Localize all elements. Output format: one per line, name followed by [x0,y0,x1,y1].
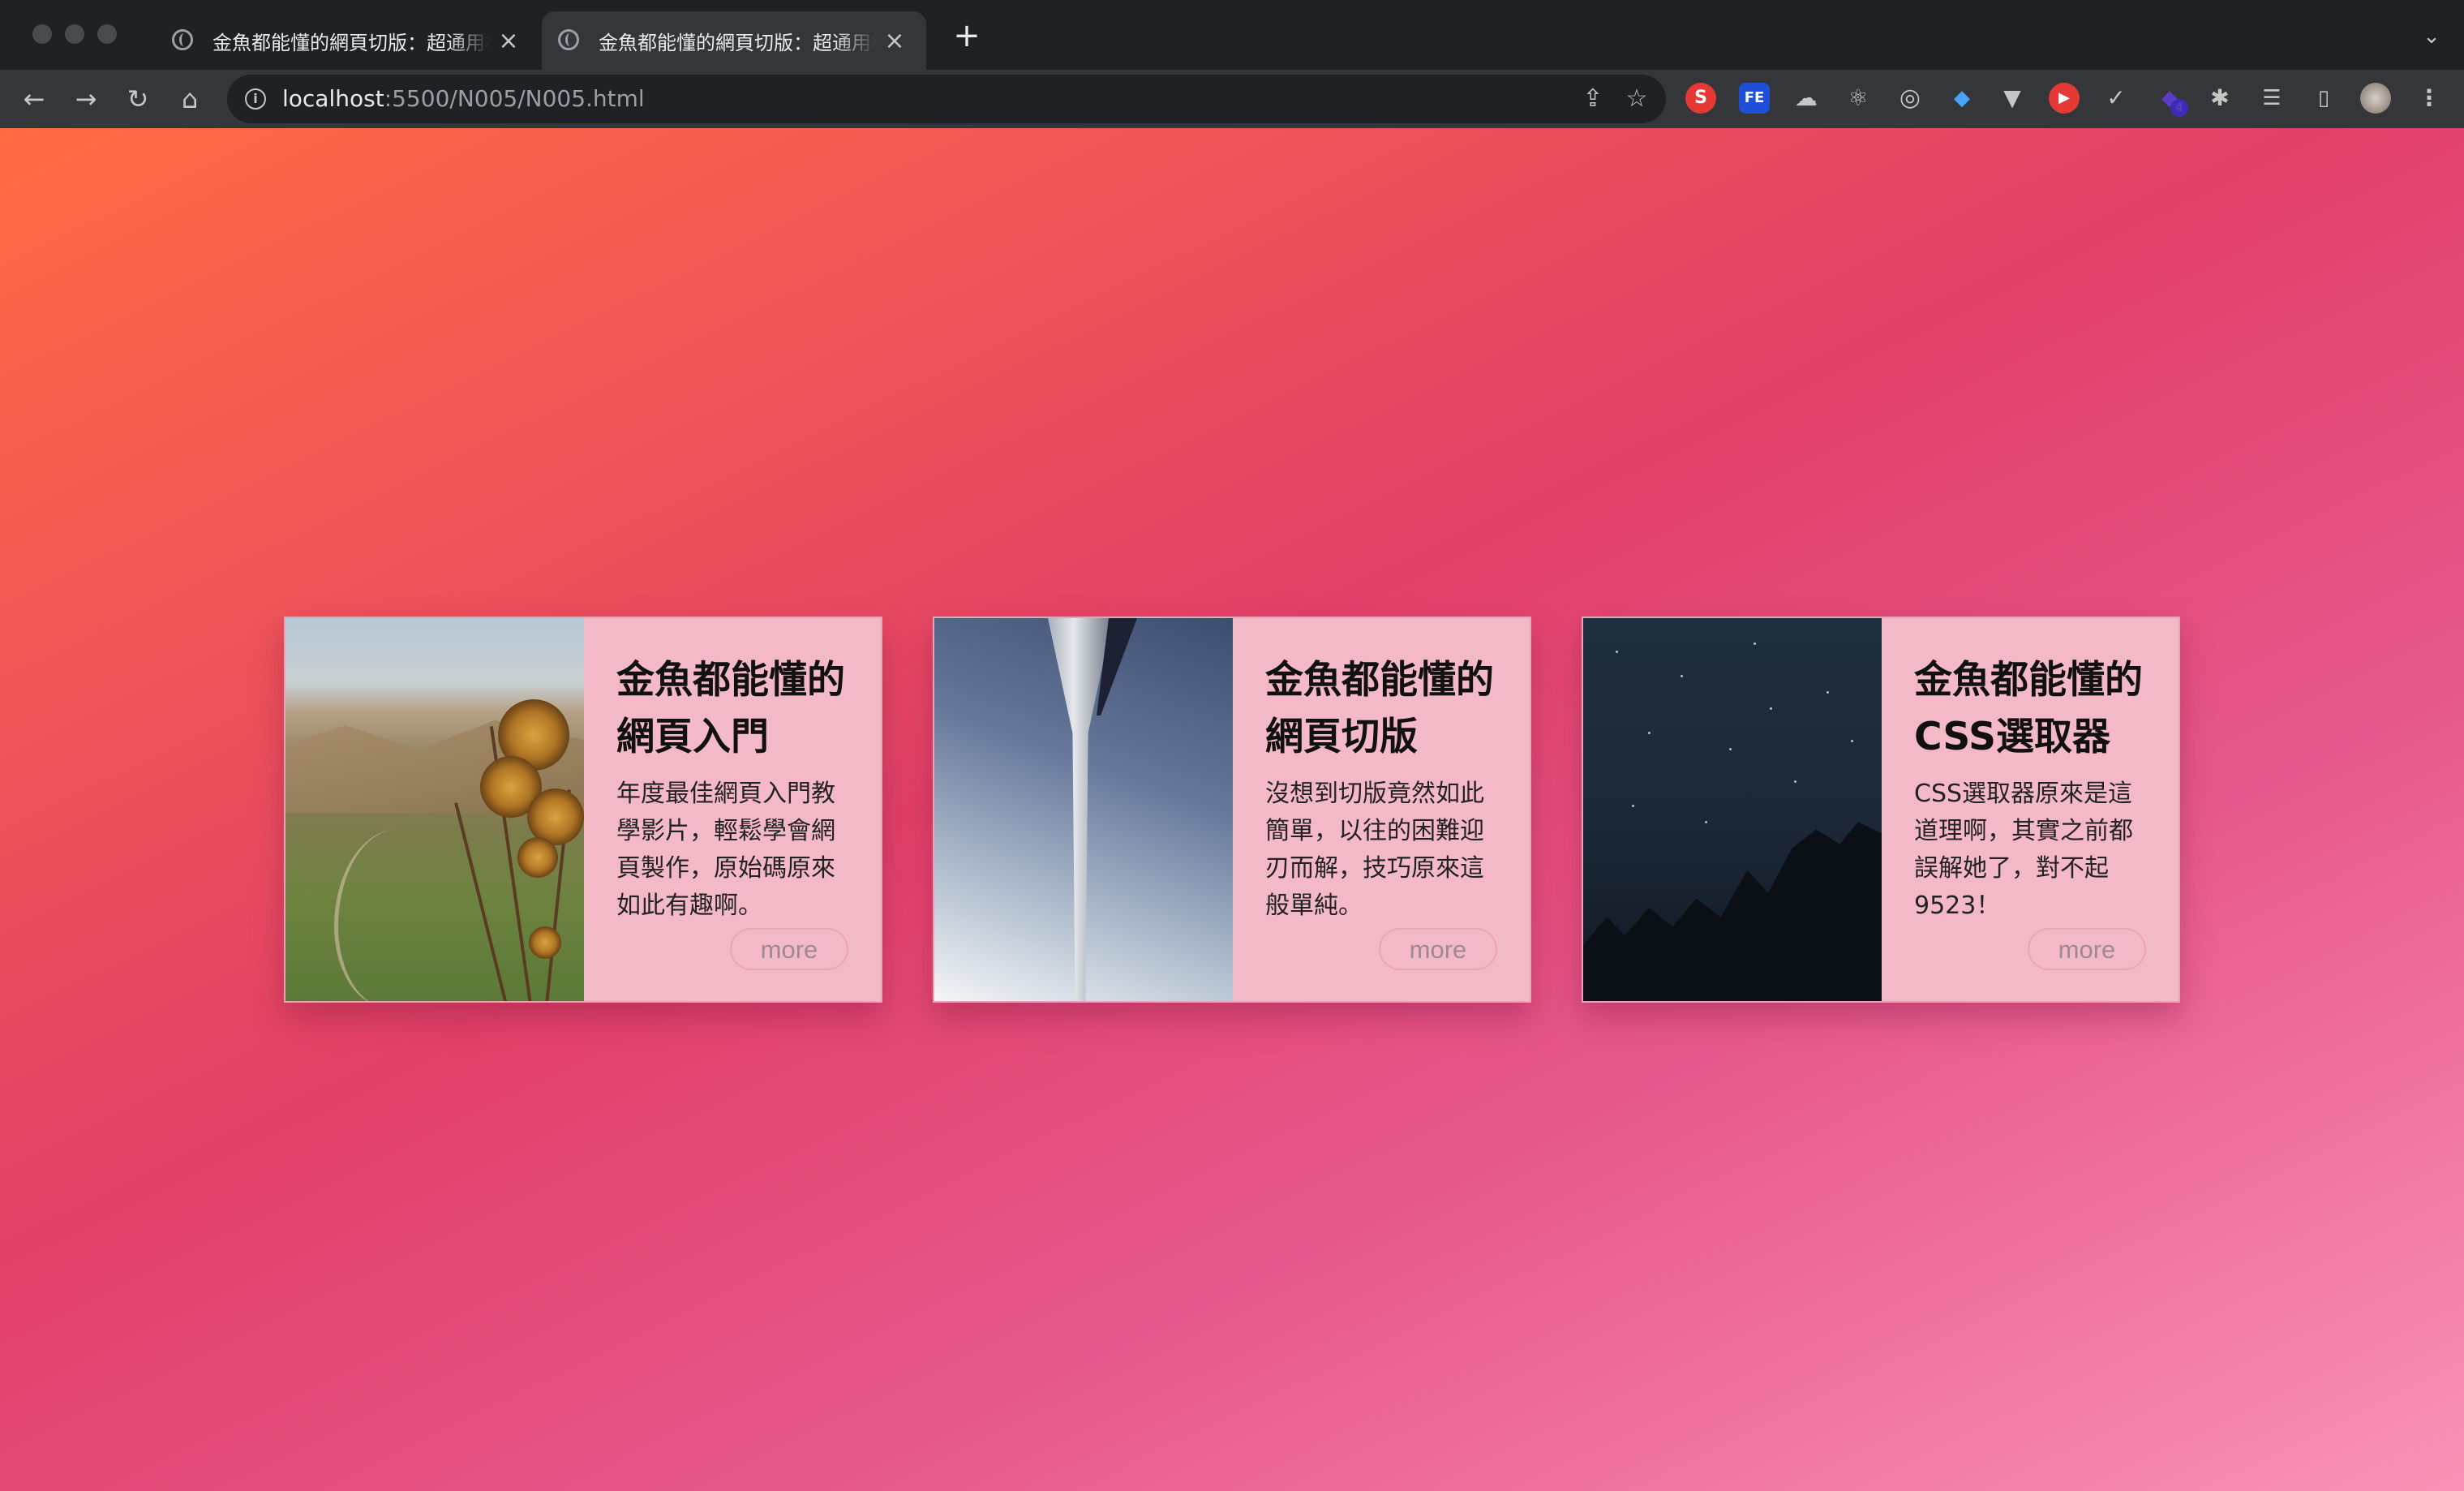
card-title: 金魚都能懂的 CSS選取器 [1914,658,2143,759]
share-icon[interactable]: ⇪ [1578,84,1608,114]
vue-devtools-icon[interactable]: ▼ [1997,83,2028,114]
extension-target-icon[interactable]: ◎ [1895,83,1925,114]
course-card: 金魚都能懂的 CSS選取器 CSS選取器原來是這道理啊，其實之前都誤解她了，對不起… [1582,617,2180,1003]
extension-badge-icon[interactable]: ◆ 4 [2154,83,2188,117]
extension-badge-count: 4 [2170,99,2188,117]
new-tab-plus-icon[interactable]: + [949,18,985,54]
browser-tab-strip: 金魚都能懂的網頁切版：超通用標 × 金魚都能懂的網頁切版：超通用標 × + ⌄ [0,0,2464,70]
browser-menu-icon[interactable]: ⋮ [2414,83,2445,114]
browser-tab-2[interactable]: 金魚都能懂的網頁切版：超通用標 × [542,11,926,70]
url-text: localhost:5500/N005/N005.html [282,85,645,112]
arch-sky-photo [934,618,1233,1001]
tab-search-chevron-icon[interactable]: ⌄ [2420,24,2443,49]
back-arrow-icon[interactable]: ← [16,81,52,117]
card-title: 金魚都能懂的 網頁入門 [616,658,845,759]
browser-tab-1[interactable]: 金魚都能懂的網頁切版：超通用標 × [156,11,540,70]
extension-play-icon[interactable]: ▶ [2049,83,2080,114]
extension-s-icon[interactable]: S [1685,83,1716,114]
globe-icon [558,29,579,50]
forward-arrow-icon[interactable]: → [68,81,104,117]
globe-icon [172,29,193,50]
card-description: 年度最佳網頁入門教學影片，輕鬆學會網頁製作，原始碼原來如此有趣啊。 [616,780,835,920]
course-card: 金魚都能懂的 網頁切版 沒想到切版竟然如此簡單，以往的困難迎刃而解，技巧原來這般單… [933,617,1531,1003]
tab-close-icon[interactable]: × [496,27,521,55]
side-panel-icon[interactable]: ▯ [2308,83,2339,114]
reading-list-icon[interactable]: ☰ [2256,83,2287,114]
bookmark-star-icon[interactable]: ☆ [1622,84,1651,114]
more-button[interactable]: more [730,928,848,970]
card-title: 金魚都能懂的 網頁切版 [1265,658,1494,759]
more-button[interactable]: more [1379,928,1497,970]
profile-avatar[interactable] [2360,83,2391,114]
card-body: 金魚都能懂的 網頁入門 年度最佳網頁入門教學影片，輕鬆學會網頁製作，原始碼原來如此… [584,618,881,1001]
card-description: 沒想到切版竟然如此簡單，以往的困難迎刃而解，技巧原來這般單純。 [1265,780,1484,920]
browser-toolbar: ← → ↻ ⌂ i localhost:5500/N005/N005.html … [0,70,2464,128]
card-body: 金魚都能懂的 CSS選取器 CSS選取器原來是這道理啊，其實之前都誤解她了，對不起… [1882,618,2179,1001]
card-body: 金魚都能懂的 網頁切版 沒想到切版竟然如此簡單，以往的困難迎刃而解，技巧原來這般單… [1233,618,1530,1001]
tab-title: 金魚都能懂的網頁切版：超通用標 [212,31,490,54]
thistle-mountain-photo [285,618,584,1001]
address-bar[interactable]: i localhost:5500/N005/N005.html ⇪ ☆ [227,75,1666,123]
extensions-puzzle-icon[interactable]: ✱ [2204,83,2235,114]
tab-title: 金魚都能懂的網頁切版：超通用標 [599,31,876,54]
window-close-dot[interactable] [32,24,52,44]
window-zoom-dot[interactable] [97,24,117,44]
tab-close-icon[interactable]: × [882,27,907,55]
extension-fe-icon[interactable]: FE [1739,83,1770,114]
course-card: 金魚都能懂的 網頁入門 年度最佳網頁入門教學影片，輕鬆學會網頁製作，原始碼原來如此… [284,617,882,1003]
extension-cloud-icon[interactable]: ☁ [1791,83,1822,114]
night-sky-photo [1583,618,1882,1001]
more-button[interactable]: more [2028,928,2146,970]
home-icon[interactable]: ⌂ [172,81,208,117]
react-devtools-icon[interactable]: ⚛ [1843,83,1874,114]
window-minimize-dot[interactable] [65,24,84,44]
extension-check-icon[interactable]: ✓ [2101,83,2131,114]
reload-icon[interactable]: ↻ [120,81,156,117]
card-description: CSS選取器原來是這道理啊，其實之前都誤解她了，對不起9523！ [1914,780,2133,920]
extension-gem-icon[interactable]: ◆ [1947,83,1977,114]
site-info-icon[interactable]: i [245,88,266,110]
page-viewport: 金魚都能懂的 網頁入門 年度最佳網頁入門教學影片，輕鬆學會網頁製作，原始碼原來如此… [0,128,2464,1491]
